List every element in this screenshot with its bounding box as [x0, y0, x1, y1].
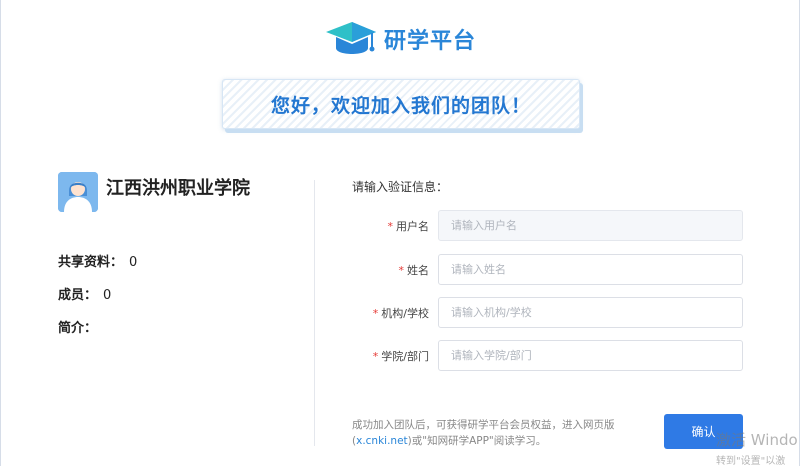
stat-label: 简介： [58, 321, 98, 336]
field-label-text: 机构/学校 [381, 307, 429, 320]
stat-intro: 简介： [58, 317, 103, 336]
watermark-line: 转到"设置"以激 [716, 456, 786, 466]
stat-value: 0 [129, 255, 138, 270]
note-text: )或"知网研学APP"阅读学习。 [407, 435, 547, 447]
username-input[interactable] [438, 210, 743, 241]
stat-label: 共享资料： [58, 255, 124, 270]
watermark-line: 激活 Windo [716, 431, 798, 449]
logo-text: 研学平台 [384, 29, 477, 54]
field-label-text: 学院/部门 [381, 350, 429, 363]
required-mark: * [387, 220, 394, 233]
welcome-text: 您好，欢迎加入我们的团队！ [270, 94, 531, 117]
stat-value: 0 [103, 288, 112, 303]
department-input[interactable] [438, 340, 743, 371]
cnki-link[interactable]: x.cnki.net [356, 435, 408, 447]
required-mark: * [372, 350, 379, 363]
stat-label: 成员： [58, 288, 98, 303]
logo: 研学平台 [322, 18, 476, 60]
stat-members: 成员： 0 [58, 284, 111, 303]
user-avatar-icon [58, 172, 98, 212]
graduation-cap-icon [322, 18, 378, 60]
institution-input[interactable] [438, 297, 743, 328]
username-label: * 用户名 [339, 218, 430, 234]
membership-note: 成功加入团队后，可获得研学平台会员权益，进入网页版(x.cnki.net)或"知… [352, 417, 652, 449]
activate-windows-watermark: 激活 Windo 转到"设置"以激 [716, 429, 798, 466]
team-name: 江西洪州职业学院 [106, 178, 250, 199]
required-mark: * [398, 264, 405, 277]
required-mark: * [372, 307, 379, 320]
stat-shared-materials: 共享资料： 0 [58, 251, 137, 270]
form-title: 请输入验证信息： [352, 180, 449, 194]
name-input[interactable] [438, 254, 743, 285]
welcome-banner: 您好，欢迎加入我们的团队！ [222, 79, 580, 129]
department-label: * 学院/部门 [339, 348, 429, 364]
field-label-text: 用户名 [396, 220, 429, 233]
field-label-text: 姓名 [407, 264, 429, 277]
divider [314, 180, 315, 446]
institution-label: * 机构/学校 [339, 305, 429, 321]
name-label: * 姓名 [339, 262, 430, 278]
